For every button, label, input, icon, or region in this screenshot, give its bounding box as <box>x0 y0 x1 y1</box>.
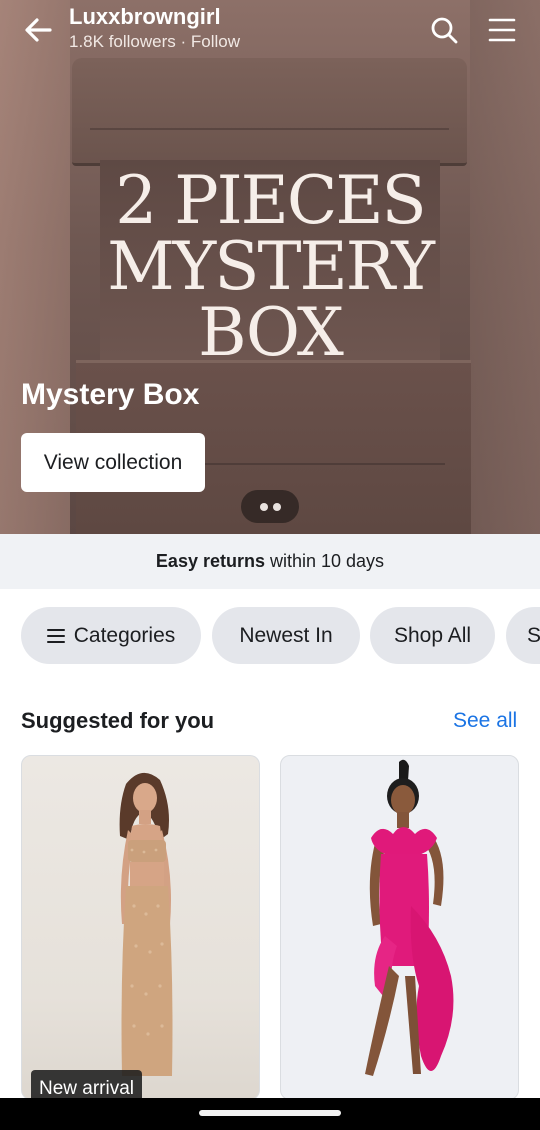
home-gesture-handle[interactable] <box>199 1110 341 1116</box>
product-card[interactable] <box>280 755 519 1100</box>
view-collection-button[interactable]: View collection <box>21 433 205 492</box>
section-title: Suggested for you <box>21 708 215 733</box>
new-arrival-badge: New arrival <box>31 1070 143 1099</box>
chip-categories[interactable]: Categories <box>21 607 201 664</box>
chip-shop-all[interactable]: Shop All <box>370 607 495 664</box>
returns-detail-text: within 10 days <box>269 551 385 571</box>
chip-label: Shop All <box>393 623 472 647</box>
menu-icon <box>488 18 516 42</box>
see-all-link[interactable]: See all <box>453 709 517 733</box>
page-followers-follow[interactable]: 1.8K followers · Follow <box>69 32 240 52</box>
search-icon <box>431 17 458 44</box>
returns-banner: Easy returns within 10 days <box>0 534 540 589</box>
pager-dot <box>272 502 281 511</box>
collection-title: Mystery Box <box>21 378 200 411</box>
arrow-left-icon <box>25 18 52 42</box>
product-image <box>119 772 173 1076</box>
chip-newest-in[interactable]: Newest In <box>212 607 360 664</box>
menu-icon <box>46 628 65 643</box>
box-lid <box>72 58 467 166</box>
carousel-pager[interactable] <box>241 490 299 523</box>
menu-button[interactable] <box>482 10 522 50</box>
returns-bold-text: Easy returns <box>155 551 265 571</box>
page-name[interactable]: Luxxbrowngirl <box>69 4 221 30</box>
chip-label: Newest In <box>239 623 333 647</box>
chip-label: S <box>527 623 540 647</box>
system-navigation-bar <box>0 1098 540 1130</box>
hero-image-text-line1: 2 PIECES <box>115 162 427 239</box>
back-button[interactable] <box>18 10 58 50</box>
hero-image-text-line2: MYSTERY <box>107 228 435 305</box>
top-bar: Luxxbrowngirl 1.8K followers · Follow <box>0 0 540 60</box>
pager-dot <box>259 502 268 511</box>
product-image <box>365 759 454 1076</box>
product-card[interactable]: New arrival <box>21 755 260 1100</box>
hero-banner[interactable]: 2 PIECES MYSTERY BOX Luxxbrowngirl 1.8K … <box>0 0 540 534</box>
chip-partial[interactable]: S <box>506 607 540 664</box>
shop-chips: Categories Newest In Shop All S <box>0 607 540 665</box>
hero-image-text-line3: BOX <box>198 294 344 371</box>
chip-label: Categories <box>73 623 176 647</box>
search-button[interactable] <box>424 10 464 50</box>
